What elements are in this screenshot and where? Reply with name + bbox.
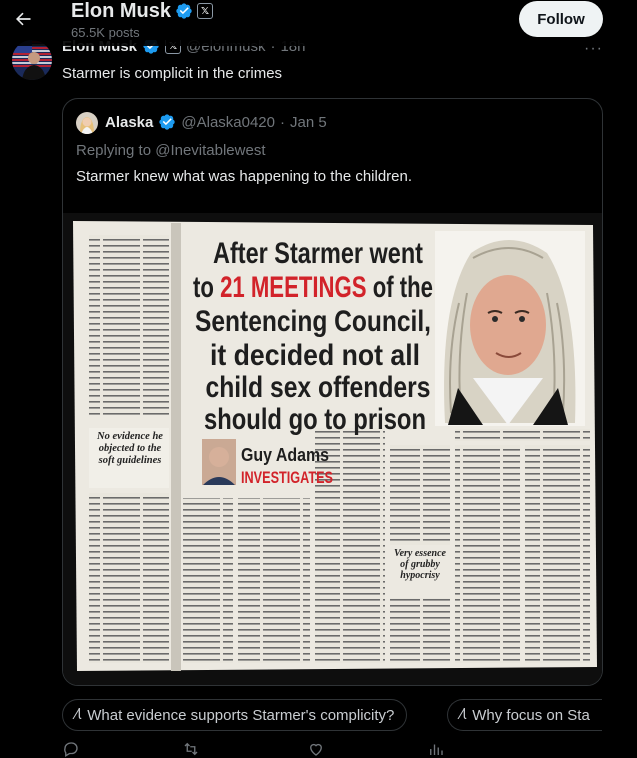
follow-button[interactable]: Follow xyxy=(519,1,603,37)
grok-icon: ⁄𝗅 xyxy=(460,707,467,723)
action-bar xyxy=(62,740,637,757)
profile-name: Elon Musk xyxy=(71,0,172,22)
quote-avatar-image xyxy=(76,112,98,134)
grok-suggestion-chip[interactable]: ⁄𝗅 Why focus on Sta xyxy=(447,699,602,731)
grok-suggestion-label: Why focus on Sta xyxy=(472,706,590,724)
clip-pullquote-mid-wrap: Very essence of grubby hypocrisy xyxy=(394,548,446,581)
clip-headline-line-2: to 21 MEETINGS of the xyxy=(193,271,433,304)
x-affiliation-icon: 𝕏 xyxy=(197,3,214,19)
avatar[interactable] xyxy=(12,40,52,80)
clip-pullquote-mid: Very essence of grubby hypocrisy xyxy=(394,548,446,581)
clip-byline-name: Guy Adams xyxy=(241,445,329,465)
post-count: 65.5K posts xyxy=(71,25,140,40)
quote-dot: · xyxy=(280,113,285,131)
newspaper-clipping: After Starmer went to 21 MEETINGS of the… xyxy=(63,213,602,685)
clip-pullquote-left-wrap: No evidence he objected to the soft guid… xyxy=(97,431,163,466)
repost-button[interactable] xyxy=(182,740,200,758)
reply-button[interactable] xyxy=(62,740,80,758)
views-icon xyxy=(430,744,443,755)
back-arrow-icon xyxy=(16,12,31,26)
clip-headline-2a: to xyxy=(193,271,220,304)
quoted-post[interactable]: Alaska @Alaska0420 · Jan 5 Replying to @… xyxy=(62,98,603,686)
grok-icon: ⁄𝗅 xyxy=(75,707,82,723)
back-button[interactable] xyxy=(6,2,40,36)
clip-headline-line-4: it decided not all xyxy=(210,339,420,372)
avatar-image xyxy=(12,40,52,80)
quote-handle: @Alaska0420 xyxy=(181,113,275,131)
clip-headline-line-1: After Starmer went xyxy=(213,237,423,270)
views-button[interactable] xyxy=(427,740,445,758)
grok-suggestion-label: What evidence supports Starmer's complic… xyxy=(87,706,395,724)
quote-text: Starmer knew what was happening to the c… xyxy=(76,168,413,185)
top-bar: Elon Musk 𝕏 65.5K posts Follow xyxy=(0,0,637,46)
repost-icon xyxy=(184,742,198,756)
like-icon xyxy=(310,743,322,756)
quote-replying-to: Replying to @Inevitablewest xyxy=(76,142,266,159)
clip-byline-tag: INVESTIGATES xyxy=(241,468,333,487)
clip-pullquote-left: No evidence he objected to the soft guid… xyxy=(97,431,163,466)
clip-headline-21-meetings: 21 MEETINGS xyxy=(220,271,366,304)
verified-badge-icon xyxy=(159,114,176,130)
quote-media-image[interactable]: After Starmer went to 21 MEETINGS of the… xyxy=(63,213,602,685)
like-button[interactable] xyxy=(307,740,325,758)
clip-headline-2c: of the xyxy=(367,271,433,304)
verified-badge-icon xyxy=(176,3,192,19)
post-text: Starmer is complicit in the crimes xyxy=(62,65,283,82)
quote-author-name: Alaska xyxy=(105,113,154,131)
quote-avatar[interactable] xyxy=(76,112,98,134)
clip-headline-line-5: child sex offenders xyxy=(206,371,431,404)
clip-headline-line-3: Sentencing Council, xyxy=(195,305,431,338)
quote-header: Alaska @Alaska0420 · Jan 5 xyxy=(105,113,327,131)
grok-suggestions: ⁄𝗅 What evidence supports Starmer's comp… xyxy=(62,699,637,731)
quote-time: Jan 5 xyxy=(290,113,327,131)
clip-headline-line-6: should go to prison xyxy=(204,403,426,436)
profile-header-title: Elon Musk 𝕏 xyxy=(71,0,214,22)
grok-suggestion-chip[interactable]: ⁄𝗅 What evidence supports Starmer's comp… xyxy=(62,699,408,731)
reply-icon xyxy=(64,742,78,757)
